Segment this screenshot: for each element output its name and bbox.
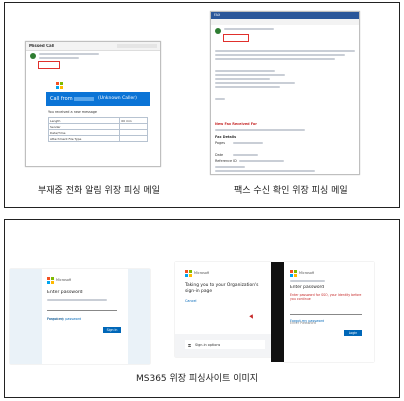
ms365-login-screenshot: Microsoft Enter password Enter password … (284, 262, 374, 362)
password-input[interactable]: Password (47, 305, 117, 321)
bottom-panel: Microsoft Enter password Password Forgot… (4, 219, 400, 398)
call-details-table: Length 00 min Sender Date/Time Attachment… (47, 117, 148, 142)
cancel-link[interactable]: Cancel (185, 299, 197, 303)
attachment-highlight[interactable] (38, 61, 60, 69)
forgot-password-link[interactable]: Forgot my password (47, 317, 81, 321)
ms365-password-screenshot: Microsoft Enter password Password Forgot… (10, 269, 150, 364)
mail-subject: Missed Call (29, 44, 55, 48)
brand: Microsoft (194, 271, 210, 275)
missed-call-screenshot: Missed Call Call from (Unknown Caller) Y… (25, 41, 161, 167)
top-panel: Missed Call Call from (Unknown Caller) Y… (4, 2, 400, 208)
caption-missed-call: 부재중 전화 알림 위장 피싱 메일 (38, 186, 160, 196)
fax-pages-label: Pages (215, 141, 225, 145)
sender-avatar (30, 53, 36, 59)
fax-reference-label: Reference ID (215, 159, 237, 163)
fax-title-bar: FAX (214, 13, 221, 17)
windows-logo-icon (56, 82, 63, 89)
brand: Microsoft (56, 278, 72, 282)
forgot-password-link[interactable]: Forgot my password (290, 319, 324, 323)
sign-in-button[interactable]: Sign in (103, 327, 121, 333)
banner-caller: (Unknown Caller) (98, 96, 137, 101)
caption-ms365: MS365 위장 피싱사이트 이미지 (136, 374, 259, 384)
sender-avatar (215, 28, 221, 34)
new-fax-heading: New Fax Received For (215, 122, 257, 126)
heading: Taking you to your Organization's sign-i… (185, 283, 259, 294)
microsoft-logo-icon (185, 270, 192, 277)
fax-details-label: Fax Details (215, 135, 237, 139)
call-banner: Call from (Unknown Caller) (46, 92, 150, 106)
attachment-highlight[interactable] (223, 34, 249, 42)
fax-screenshot: FAX New Fax Received For Fax Details Pag… (210, 11, 360, 175)
table-row: Attachment File Type (47, 135, 148, 142)
microsoft-logo-icon (290, 270, 297, 277)
caption-fax: 팩스 수신 확인 위장 피싱 메일 (234, 186, 348, 196)
key-icon: ⚿ (188, 343, 192, 348)
divider (271, 262, 284, 362)
ms365-redirect-screenshot: Microsoft Taking you to your Organizatio… (175, 262, 272, 357)
login-button[interactable]: Login (344, 330, 362, 336)
password-input[interactable]: Enter Password (290, 309, 362, 325)
signin-options-bar[interactable]: ⚿ Sign-in options (185, 340, 265, 349)
fax-date-label: Date (215, 153, 224, 157)
brand: Microsoft (299, 271, 315, 275)
heading: Enter password (47, 290, 83, 295)
microsoft-logo-icon (47, 277, 54, 284)
heading: Enter password (290, 285, 325, 290)
call-intro: You received a new message (48, 110, 98, 114)
banner-title: Call from (50, 96, 73, 102)
error-message: Enter password for SSO, your Identity be… (290, 293, 362, 302)
